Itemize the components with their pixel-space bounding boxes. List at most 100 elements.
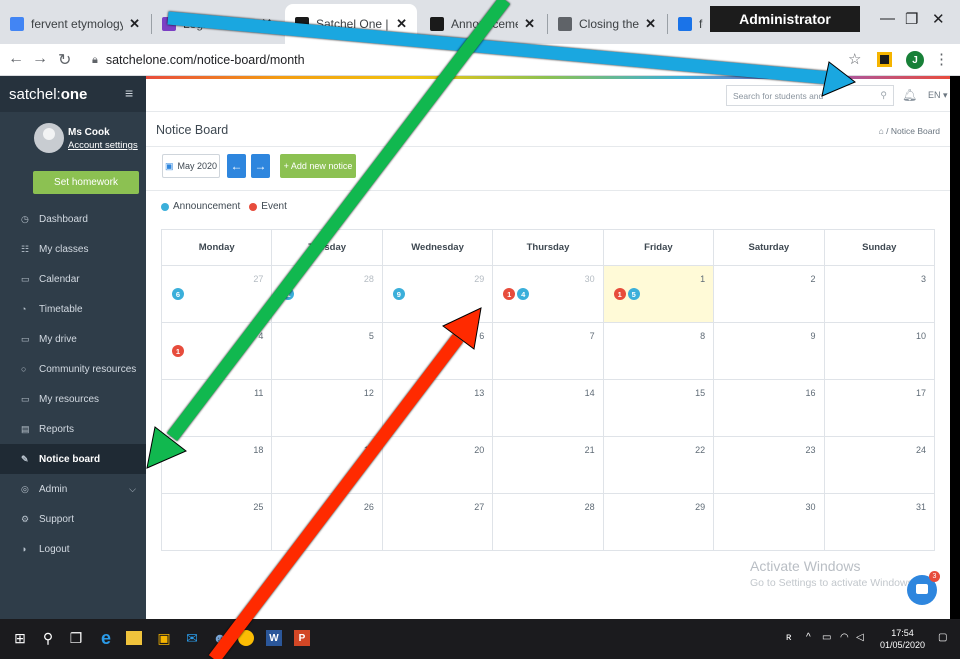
tray-chevron-icon[interactable]: ^ xyxy=(806,632,811,643)
hamburger-menu-icon[interactable]: ≡ xyxy=(125,85,133,101)
sidebar-item-my-drive[interactable]: ▭ My drive xyxy=(0,324,146,354)
mail-icon[interactable]: ✉ xyxy=(182,628,202,648)
calendar-day-cell[interactable]: 31 xyxy=(823,493,936,551)
notifications-icon[interactable]: ▢ xyxy=(938,632,947,643)
calendar-day-cell[interactable]: 30 1 4 xyxy=(492,265,604,323)
calendar-day-cell[interactable]: 7 xyxy=(492,322,604,380)
calendar-day-cell[interactable]: 16 xyxy=(713,379,825,437)
sidebar-item-reports[interactable]: ▤ Reports xyxy=(0,414,146,444)
store-icon[interactable]: ▣ xyxy=(154,628,174,648)
people-icon[interactable]: ☻ xyxy=(210,628,230,648)
event-count-badge[interactable]: 1 xyxy=(613,288,626,300)
browser-tab[interactable]: Closing the Gap Resour ✕ xyxy=(548,4,666,44)
address-bar[interactable]: 🔒︎ satchelone.com/notice-board/month xyxy=(92,49,852,71)
calendar-day-cell[interactable]: 15 xyxy=(602,379,715,437)
sidebar-item-community-resources[interactable]: ○ Community resources xyxy=(0,354,146,384)
announcement-count-badge[interactable]: 4 xyxy=(517,288,530,300)
bell-icon[interactable]: 🔔︎ xyxy=(902,88,917,102)
calendar-day-cell[interactable]: 14 xyxy=(492,379,604,437)
tab-close-icon[interactable]: ✕ xyxy=(645,16,656,32)
month-picker-button[interactable]: ▣ May 2020 xyxy=(162,154,220,178)
browser-tab[interactable]: fervent etymology - Go ✕ xyxy=(0,4,150,44)
calendar-day-cell[interactable]: 26 xyxy=(271,493,383,551)
calendar-day-cell[interactable]: 10 xyxy=(823,322,936,380)
browser-tab[interactable]: Announcements & Eve ✕ xyxy=(420,4,545,44)
calendar-day-cell[interactable]: 21 xyxy=(492,436,604,494)
word-icon[interactable]: W xyxy=(266,630,282,646)
taskbar-search-icon[interactable]: ⚲ xyxy=(38,628,58,648)
chevron-down-icon[interactable]: ⌵ xyxy=(129,484,136,495)
back-icon[interactable]: ← xyxy=(8,50,24,68)
sidebar-item-my-classes[interactable]: ☷ My classes xyxy=(0,234,146,264)
sidebar-item-admin[interactable]: ◎ Admin ⌵ xyxy=(0,474,146,504)
search-icon[interactable]: ⚲ xyxy=(880,90,887,101)
previous-month-button[interactable]: ← xyxy=(227,154,246,178)
search-input[interactable]: Search for students and ⚲ xyxy=(726,85,894,106)
calendar-day-cell[interactable]: 115 xyxy=(602,265,715,323)
calendar-day-cell[interactable]: 3 xyxy=(823,265,936,323)
browser-tab[interactable]: ferve xyxy=(668,4,713,44)
task-view-icon[interactable]: ❐ xyxy=(66,628,86,648)
calendar-day-cell[interactable]: 20 xyxy=(381,436,494,494)
event-count-badge[interactable]: 1 xyxy=(172,345,184,357)
calendar-day-cell[interactable]: 27 xyxy=(381,493,494,551)
next-month-button[interactable]: → xyxy=(251,154,270,178)
tab-close-icon[interactable]: ✕ xyxy=(129,16,140,32)
calendar-day-cell[interactable]: 13 xyxy=(381,379,494,437)
minimize-icon[interactable]: — xyxy=(880,10,895,27)
announcement-count-badge[interactable]: 6 xyxy=(172,288,184,300)
sidebar-item-support[interactable]: ⚙ Support xyxy=(0,504,146,534)
browser-tab[interactable]: Satchel One | Learning ✕ xyxy=(285,4,417,44)
windows-start-icon[interactable]: ⊞ xyxy=(10,628,30,648)
calendar-day-cell[interactable]: 23 xyxy=(713,436,825,494)
calendar-day-cell[interactable]: 22 xyxy=(602,436,715,494)
sidebar-item-timetable[interactable]: ◔ Timetable xyxy=(0,294,146,324)
announcement-count-badge[interactable]: 1 xyxy=(282,288,295,300)
tab-close-icon[interactable]: ✕ xyxy=(524,16,535,32)
tab-close-icon[interactable]: ✕ xyxy=(261,16,272,32)
calendar-day-cell[interactable]: 29 9 xyxy=(381,265,494,323)
edge-icon[interactable]: e xyxy=(96,628,116,648)
calendar-day-cell[interactable]: 2 xyxy=(713,265,825,323)
sidebar-item-notice-board[interactable]: ✎ Notice board xyxy=(0,444,146,474)
profile-avatar[interactable]: J xyxy=(906,51,924,69)
bookmark-star-icon[interactable]: ☆ xyxy=(848,50,861,68)
chrome-icon[interactable] xyxy=(238,630,254,646)
set-homework-button[interactable]: Set homework xyxy=(33,171,139,194)
add-notice-button[interactable]: + Add new notice xyxy=(280,154,356,178)
calendar-day-cell[interactable]: 18 xyxy=(160,436,273,494)
restore-icon[interactable]: ❐ xyxy=(905,10,918,28)
window-close-icon[interactable]: ✕ xyxy=(932,10,945,28)
calendar-day-cell[interactable]: 28 xyxy=(492,493,604,551)
file-explorer-icon[interactable] xyxy=(126,631,142,645)
calendar-day-cell[interactable]: 24 xyxy=(823,436,936,494)
browser-tab[interactable]: Logins & Resources — ✕ xyxy=(152,4,282,44)
wifi-icon[interactable]: ◠ xyxy=(840,632,849,643)
sidebar-item-logout[interactable]: ◑ Logout xyxy=(0,534,146,564)
sidebar-item-dashboard[interactable]: ◷ Dashboard xyxy=(0,204,146,234)
calendar-day-cell[interactable]: 5 xyxy=(271,322,383,380)
calendar-day-cell[interactable]: 27 6 xyxy=(160,265,273,323)
account-settings-link[interactable]: Account settings xyxy=(68,140,138,151)
announcement-count-badge[interactable]: 9 xyxy=(392,288,405,300)
reload-icon[interactable]: ↻ xyxy=(58,50,71,70)
announcement-count-badge[interactable]: 5 xyxy=(627,288,640,300)
calendar-day-cell[interactable]: 11 xyxy=(160,379,273,437)
tab-close-icon[interactable]: ✕ xyxy=(396,16,407,32)
language-selector[interactable]: EN ▾ xyxy=(928,90,948,101)
sidebar-item-calendar[interactable]: ▭ Calendar xyxy=(0,264,146,294)
powerpoint-icon[interactable]: P xyxy=(294,630,310,646)
calendar-day-cell[interactable]: 28 1 xyxy=(271,265,383,323)
calendar-day-cell[interactable]: 19 xyxy=(271,436,383,494)
calendar-day-cell[interactable]: 8 xyxy=(602,322,715,380)
volume-icon[interactable]: ◁ xyxy=(856,632,864,643)
calendar-day-cell[interactable]: 12 xyxy=(271,379,383,437)
calendar-day-cell[interactable]: 29 xyxy=(602,493,715,551)
sidebar-item-my-resources[interactable]: ▭ My resources xyxy=(0,384,146,414)
battery-icon[interactable]: ▭ xyxy=(822,632,831,643)
calendar-day-cell[interactable]: 6 xyxy=(381,322,494,380)
browser-menu-icon[interactable]: ⋮ xyxy=(934,50,949,68)
calendar-day-cell[interactable]: 41 xyxy=(160,322,273,380)
calendar-day-cell[interactable]: 9 xyxy=(713,322,825,380)
breadcrumb[interactable]: ⌂ / Notice Board xyxy=(879,126,940,136)
